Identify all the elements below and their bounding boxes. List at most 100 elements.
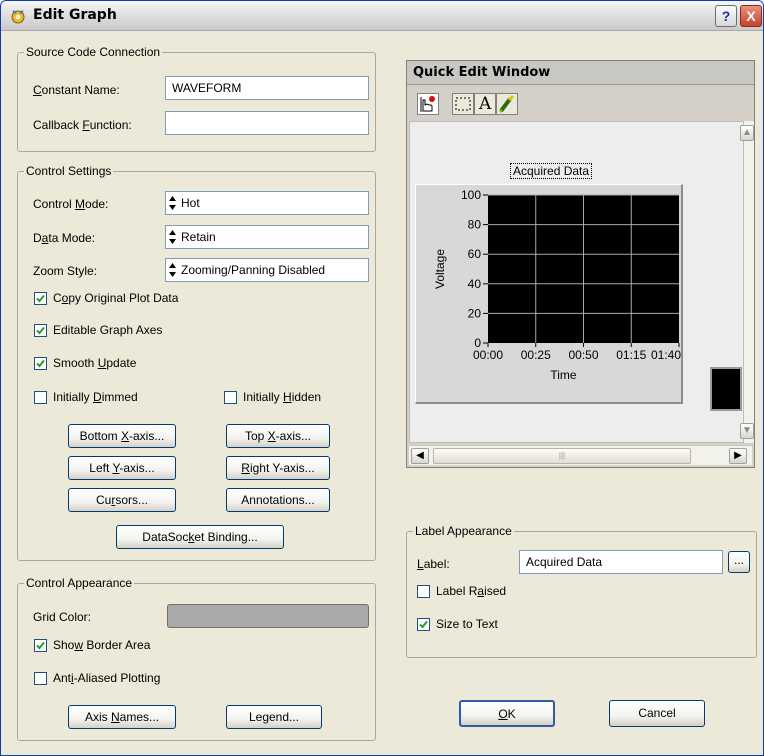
- color-indicator: [710, 367, 742, 411]
- datasocket-binding-button[interactable]: DataSocket Binding...: [116, 525, 284, 549]
- quick-edit-canvas[interactable]: Acquired Data 0 20 40 60 80 100 00:00 00:25 00:5…: [409, 121, 744, 443]
- show-border-area-checkbox[interactable]: Show Border Area: [34, 638, 234, 654]
- top-x-axis-button[interactable]: Top X-axis...: [226, 424, 330, 448]
- operate-tool-icon[interactable]: [417, 93, 439, 115]
- label-label: Label:: [417, 557, 450, 571]
- checkbox-box[interactable]: [34, 292, 47, 305]
- close-button[interactable]: X: [740, 5, 762, 27]
- anti-aliased-plotting-checkbox[interactable]: Anti-Aliased Plotting: [34, 671, 234, 687]
- label-raised-checkbox[interactable]: Label Raised: [417, 584, 577, 600]
- checkbox-box[interactable]: [417, 585, 430, 598]
- checkbox-label: Initially Hidden: [243, 390, 322, 404]
- bottom-x-axis-button[interactable]: Bottom X-axis...: [68, 424, 176, 448]
- copy-original-plot-data-checkbox[interactable]: Copy Original Plot Data: [34, 291, 234, 307]
- checkbox-label: Label Raised: [436, 584, 507, 598]
- vertical-scrollbar[interactable]: ▲ ▼: [740, 121, 754, 443]
- scroll-up-button[interactable]: ▲: [740, 125, 754, 141]
- checkbox-label: Smooth Update: [53, 356, 137, 370]
- x-tick-label: 01:15: [616, 348, 646, 362]
- scroll-right-button[interactable]: ▶: [729, 448, 747, 464]
- scroll-down-button[interactable]: ▼: [740, 423, 754, 439]
- checkbox-label: Copy Original Plot Data: [53, 291, 179, 305]
- initially-hidden-checkbox[interactable]: Initially Hidden: [224, 390, 364, 406]
- control-mode-value: Hot: [181, 196, 200, 210]
- checkbox-label: Show Border Area: [53, 638, 151, 652]
- grid-color-swatch[interactable]: [167, 604, 369, 628]
- color-tool-icon[interactable]: [496, 93, 518, 115]
- y-tick-label: 80: [468, 218, 482, 232]
- zoom-style-label: Zoom Style:: [33, 264, 98, 278]
- checkbox-box[interactable]: [34, 672, 47, 685]
- help-button[interactable]: ?: [715, 5, 737, 27]
- zoom-style-value: Zooming/Panning Disabled: [181, 263, 326, 277]
- axis-names-button[interactable]: Axis Names...: [68, 705, 176, 729]
- zoom-style-select[interactable]: Zooming/Panning Disabled: [165, 258, 369, 282]
- ok-button[interactable]: OK: [459, 700, 555, 727]
- x-tick-label: 00:00: [473, 348, 503, 362]
- checkbox-box[interactable]: [417, 618, 430, 631]
- checkbox-label: Editable Graph Axes: [53, 323, 163, 337]
- scroll-left-button[interactable]: ◀: [411, 448, 429, 464]
- cancel-button[interactable]: Cancel: [609, 700, 705, 727]
- size-to-text-checkbox[interactable]: Size to Text: [417, 617, 577, 633]
- text-tool-glyph: A: [479, 94, 492, 114]
- checkbox-box[interactable]: [224, 391, 237, 404]
- checkbox-label: Size to Text: [436, 617, 498, 631]
- constant-name-field[interactable]: WAVEFORM: [165, 76, 369, 100]
- legend-button[interactable]: Legend...: [226, 705, 322, 729]
- smooth-update-checkbox[interactable]: Smooth Update: [34, 356, 234, 372]
- left-y-axis-button[interactable]: Left Y-axis...: [68, 456, 176, 480]
- annotations-button[interactable]: Annotations...: [226, 488, 330, 512]
- grid-color-label: Grid Color:: [33, 610, 92, 624]
- right-y-axis-button[interactable]: Right Y-axis...: [226, 456, 330, 480]
- x-tick-label: 00:50: [568, 348, 598, 362]
- checkbox-box[interactable]: [34, 324, 47, 337]
- x-axis-label: Time: [550, 368, 577, 382]
- control-mode-select[interactable]: Hot: [165, 191, 369, 215]
- callback-function-field[interactable]: [165, 111, 369, 135]
- control-mode-label: Control Mode:: [33, 197, 109, 211]
- y-tick-label: 40: [468, 277, 482, 291]
- y-tick-label: 20: [468, 306, 482, 320]
- label-text-field[interactable]: Acquired Data: [519, 550, 723, 574]
- app-icon: [11, 10, 25, 24]
- quick-edit-window: Quick Edit Window A Acquired Data 0 20 40 6…: [406, 60, 755, 468]
- checkbox-box[interactable]: [34, 639, 47, 652]
- y-tick-label: 60: [468, 247, 482, 261]
- checkbox-box[interactable]: [34, 391, 47, 404]
- title-bar[interactable]: Edit Graph ? X: [1, 1, 763, 31]
- graph-plot[interactable]: 02040608010000:00 00:25 00:50 01:15 01:40Tim…: [416, 185, 684, 405]
- data-mode-label: Data Mode:: [33, 231, 96, 245]
- source-code-connection-group: Source Code Connection: [17, 45, 376, 152]
- group-title: Source Code Connection: [24, 45, 163, 59]
- checkbox-label: Anti-Aliased Plotting: [53, 671, 161, 685]
- ring-arrows-icon: [169, 230, 176, 244]
- group-title: Control Appearance: [24, 576, 135, 590]
- ring-arrows-icon: [169, 263, 176, 277]
- checkbox-label: Initially Dimmed: [53, 390, 138, 404]
- graph-label[interactable]: Acquired Data: [510, 163, 593, 179]
- y-tick-label: 100: [461, 188, 481, 202]
- quick-edit-title: Quick Edit Window: [407, 61, 754, 85]
- y-axis-label: Voltage: [433, 249, 447, 289]
- graph-frame[interactable]: 0 20 40 60 80 100 00:00 00:25 00:50 01:15 01:40 Tim…: [415, 184, 683, 404]
- data-mode-select[interactable]: Retain: [165, 225, 369, 249]
- callback-function-label: Callback Function:: [33, 118, 132, 132]
- editable-graph-axes-checkbox[interactable]: Editable Graph Axes: [34, 323, 234, 339]
- data-mode-value: Retain: [181, 230, 216, 244]
- select-tool-icon[interactable]: [452, 93, 474, 115]
- window-title: Edit Graph: [33, 7, 117, 23]
- scroll-thumb[interactable]: |||: [433, 448, 691, 464]
- constant-name-label: Constant Name:: [33, 83, 120, 97]
- x-tick-label: 00:25: [521, 348, 551, 362]
- ring-arrows-icon: [169, 196, 176, 210]
- checkbox-box[interactable]: [34, 357, 47, 370]
- label-browse-button[interactable]: ...: [728, 551, 750, 573]
- group-title: Control Settings: [24, 164, 114, 178]
- horizontal-scrollbar[interactable]: ◀ ||| ▶: [409, 445, 752, 465]
- group-title: Label Appearance: [413, 524, 514, 538]
- cursors-button[interactable]: Cursors...: [68, 488, 176, 512]
- initially-dimmed-checkbox[interactable]: Initially Dimmed: [34, 390, 184, 406]
- text-tool-icon[interactable]: A: [474, 93, 496, 115]
- x-tick-label: 01:40: [651, 348, 681, 362]
